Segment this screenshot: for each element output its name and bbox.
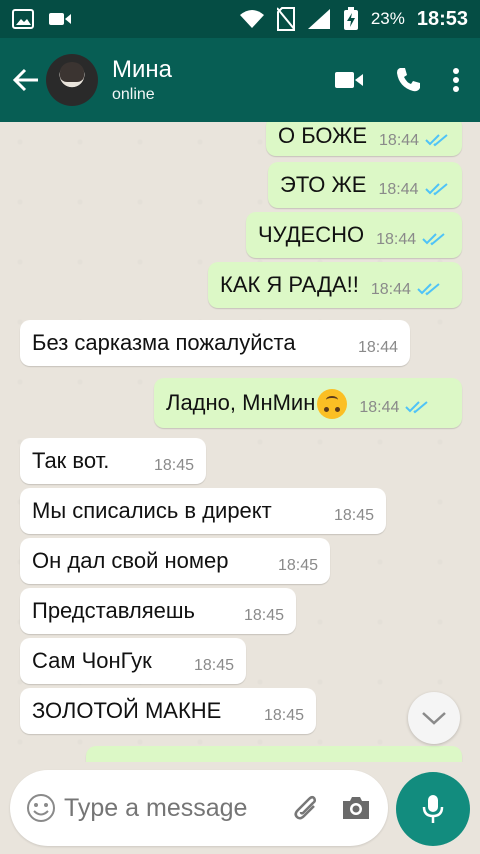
message-text: Без сарказма пожалуйста	[32, 330, 296, 355]
status-bar: 23% 18:53	[0, 0, 480, 38]
message-time: 18:45	[333, 507, 374, 524]
microphone-icon	[422, 795, 444, 823]
message-text: Представляешь	[32, 598, 195, 623]
message-bubble[interactable]: ЧУДЕСНО 18:44	[246, 212, 462, 258]
upside-down-face-emoji-icon	[317, 389, 348, 419]
avatar[interactable]	[46, 54, 98, 106]
attach-icon[interactable]	[292, 792, 322, 824]
wifi-icon	[239, 10, 264, 28]
message-input[interactable]	[64, 793, 264, 823]
video-call-icon[interactable]	[334, 70, 364, 90]
message-bubble[interactable]: Представляешь 18:45	[20, 588, 296, 634]
contact-info[interactable]: Мина online	[112, 56, 334, 104]
message-bubble[interactable]: Без сарказма пожалуйста 18:44	[20, 320, 410, 366]
message-text: Мы списались в директ	[32, 498, 272, 523]
message-text: О БОЖЕ	[278, 123, 368, 148]
message-text: ЗОЛОТОЙ МАКНЕ	[32, 698, 222, 723]
message-bubble[interactable]: О БОЖЕ 18:44	[266, 122, 462, 156]
message-time: 18:44	[359, 399, 400, 416]
message-text: ЧУДЕСНО	[258, 222, 365, 247]
chevron-down-icon	[422, 712, 446, 725]
message-text: Сам ЧонГук	[32, 648, 152, 673]
double-check-icon	[424, 183, 448, 196]
message-time: 18:44	[379, 132, 420, 149]
message-text: Ладно, МнМин	[166, 390, 316, 415]
contact-name: Мина	[112, 56, 172, 83]
camera-icon[interactable]	[340, 794, 372, 822]
emoji-icon[interactable]	[26, 793, 56, 823]
no-sim-icon	[276, 7, 295, 31]
double-check-icon	[405, 401, 429, 414]
contact-status: online	[112, 86, 155, 103]
message-bubble-partial[interactable]	[86, 746, 462, 762]
phone-icon[interactable]	[394, 66, 422, 94]
message-text: Он дал свой номер	[32, 548, 229, 573]
message-bubble[interactable]: Так вот. 18:45	[20, 438, 206, 484]
message-time: 18:45	[243, 607, 284, 624]
message-bubble[interactable]: Ладно, МнМин 18:44	[154, 378, 462, 428]
voice-message-button[interactable]	[396, 772, 470, 846]
double-check-icon	[417, 283, 440, 296]
message-time: 18:45	[263, 707, 304, 724]
back-button[interactable]	[12, 66, 40, 94]
message-text: КАК Я РАДА!!	[220, 272, 359, 297]
status-time: 18:53	[416, 7, 468, 30]
message-time: 18:44	[357, 339, 398, 356]
more-options-icon[interactable]	[452, 67, 460, 93]
input-bar	[0, 762, 480, 854]
message-bubble[interactable]: Сам ЧонГук 18:45	[20, 638, 246, 684]
message-time: 18:45	[277, 557, 318, 574]
message-bubble[interactable]: Он дал свой номер 18:45	[20, 538, 330, 584]
video-camera-status-icon	[49, 13, 71, 25]
message-composer	[10, 770, 388, 846]
gallery-icon	[12, 9, 34, 29]
battery-charging-icon	[343, 7, 358, 30]
message-text: ЭТО ЖЕ	[280, 172, 367, 197]
battery-level: 23%	[370, 9, 405, 28]
message-bubble[interactable]: КАК Я РАДА!! 18:44	[208, 262, 462, 308]
message-bubble[interactable]: ЭТО ЖЕ 18:44	[268, 162, 462, 208]
message-bubble[interactable]: Мы списались в директ 18:45	[20, 488, 386, 534]
signal-icon	[307, 9, 330, 29]
message-time: 18:45	[193, 657, 234, 674]
double-check-icon	[425, 134, 448, 147]
scroll-to-bottom-button[interactable]	[408, 692, 460, 744]
message-text: Так вот.	[32, 448, 110, 473]
message-time: 18:45	[153, 457, 194, 474]
message-time: 18:44	[376, 231, 417, 248]
message-list: О БОЖЕ 18:44 ЭТО ЖЕ 18:44 ЧУДЕСНО 18:44 …	[0, 122, 480, 762]
message-bubble[interactable]: ЗОЛОТОЙ МАКНЕ 18:45	[20, 688, 316, 734]
double-check-icon	[422, 233, 445, 246]
message-time: 18:44	[378, 181, 419, 198]
back-arrow-icon	[13, 68, 38, 92]
message-time: 18:44	[370, 281, 411, 298]
chat-header: Мина online	[0, 38, 480, 122]
